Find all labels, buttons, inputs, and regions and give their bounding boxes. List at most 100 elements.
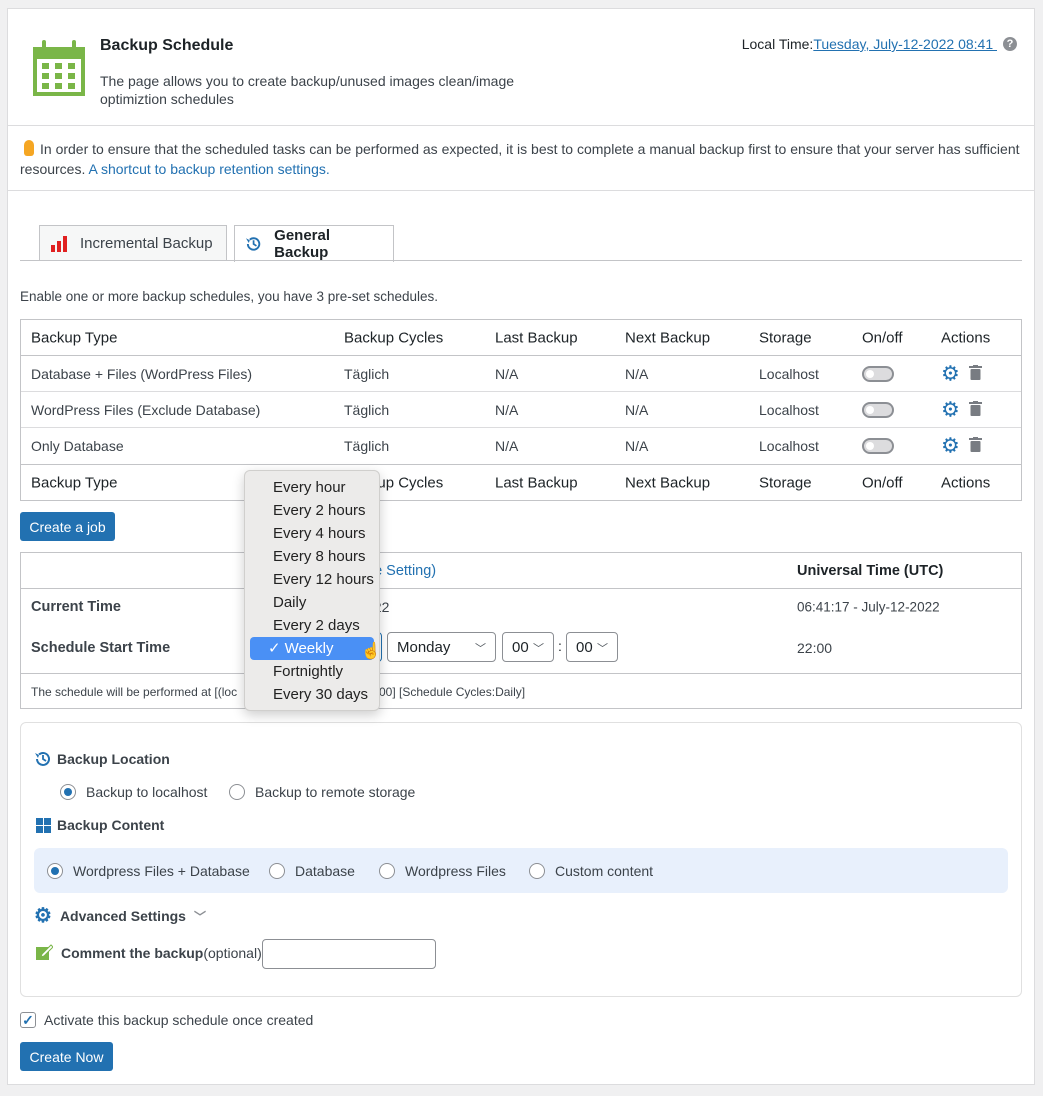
comment-label: Comment the backup: [61, 944, 204, 961]
col-footer: On/off: [862, 474, 903, 491]
radio-files-database[interactable]: Wordpress Files + Database: [47, 863, 250, 879]
time-table: ne Setting) Universal Time (UTC) Current…: [20, 552, 1022, 709]
history-icon: [35, 751, 50, 766]
day-value: Monday: [397, 638, 451, 656]
col-header: Last Backup: [495, 329, 578, 346]
cell-last: N/A: [495, 365, 519, 382]
col-header: Backup Type: [31, 329, 118, 346]
col-header: On/off: [862, 329, 903, 346]
radio-icon[interactable]: [269, 863, 285, 879]
radio-icon[interactable]: [47, 863, 63, 879]
dropdown-option[interactable]: Every 4 hours: [250, 522, 374, 545]
radio-backup-remote[interactable]: Backup to remote storage: [229, 784, 415, 800]
table-row: Database + Files (WordPress Files) Täglic…: [21, 356, 1021, 392]
dropdown-option[interactable]: ✓ Weekly: [250, 637, 374, 660]
trash-icon[interactable]: [969, 400, 982, 419]
gear-icon[interactable]: ⚙: [941, 397, 960, 422]
option-label: Every 30 days: [273, 686, 369, 703]
dropdown-option[interactable]: Every hour: [250, 476, 374, 499]
option-label: Every 2 hours: [273, 502, 366, 519]
schedule-note-end: 00] [Schedule Cycles:Daily]: [379, 684, 526, 699]
bar-chart-icon: [51, 235, 67, 252]
create-job-button[interactable]: Create a job: [20, 512, 115, 541]
schedule-note: The schedule will be performed at [(loc: [31, 684, 238, 699]
gear-icon[interactable]: ⚙: [941, 361, 960, 386]
calendar-icon: [33, 40, 85, 96]
lightbulb-icon: [24, 140, 34, 156]
radio-label: Wordpress Files: [405, 863, 506, 879]
cell-next: N/A: [625, 438, 649, 454]
col-footer: Storage: [759, 474, 812, 491]
activate-label: Activate this backup schedule once creat…: [44, 1012, 314, 1028]
col-footer: Next Backup: [625, 474, 711, 491]
advanced-settings-title: Advanced Settings: [59, 908, 186, 924]
local-time-link[interactable]: Tuesday, July-12-2022 08:41: [813, 36, 997, 52]
radio-custom-content[interactable]: Custom content: [529, 863, 653, 879]
on-off-toggle[interactable]: [862, 401, 894, 418]
backup-location-title: Backup Location: [57, 751, 170, 767]
minute-select[interactable]: 00 ﹀: [566, 632, 618, 662]
retention-settings-link[interactable]: A shortcut to backup retention settings.: [88, 161, 329, 177]
col-header: Backup Cycles: [344, 329, 444, 346]
col-footer: Last Backup: [495, 474, 578, 491]
col-header: Next Backup: [625, 329, 711, 346]
on-off-toggle[interactable]: [862, 438, 894, 454]
local-time-label: Local Time:: [741, 36, 814, 52]
intro-text: Enable one or more backup schedules, you…: [20, 289, 439, 304]
activate-checkbox[interactable]: ✓: [20, 1012, 36, 1028]
cell-next: N/A: [625, 365, 649, 382]
minute-value: 00: [576, 638, 593, 656]
col-header: Actions: [941, 329, 991, 346]
radio-label: Backup to localhost: [86, 784, 208, 800]
radio-icon[interactable]: [379, 863, 395, 879]
current-utc-time: 06:41:17 - July-12-2022: [797, 599, 940, 615]
col-footer: Actions: [941, 474, 991, 491]
comment-optional: (optional):: [203, 944, 266, 961]
page-description: The page allows you to create backup/unu…: [100, 73, 515, 89]
dropdown-option[interactable]: Daily: [250, 591, 374, 614]
on-off-toggle[interactable]: [862, 365, 894, 382]
current-time-label: Current Time: [31, 599, 121, 615]
cell-storage: Localhost: [759, 365, 819, 382]
dropdown-option[interactable]: Fortnightly: [250, 660, 374, 683]
radio-database[interactable]: Database: [269, 863, 355, 879]
cell-cycle: Täglich: [344, 438, 390, 454]
chevron-down-icon: ﹀: [193, 909, 206, 924]
radio-backup-localhost[interactable]: Backup to localhost: [60, 784, 207, 800]
table-row: Only Database Täglich N/A N/A Localhost ⚙: [21, 428, 1021, 464]
option-label: Every 12 hours: [273, 571, 374, 588]
cell-storage: Localhost: [759, 438, 819, 454]
page-description-2: optimiztion schedules: [100, 91, 234, 107]
radio-icon[interactable]: [60, 784, 76, 800]
dropdown-option[interactable]: Every 30 days: [250, 683, 374, 706]
page-title: Backup Schedule: [100, 37, 234, 54]
chevron-down-icon: ﹀: [533, 643, 544, 655]
radio-icon[interactable]: [529, 863, 545, 879]
hour-select[interactable]: 00 ﹀: [502, 632, 554, 662]
option-label: Every 4 hours: [273, 525, 366, 542]
grid-icon: [36, 817, 51, 833]
option-label: Every hour: [273, 479, 346, 496]
help-icon[interactable]: ?: [1003, 37, 1017, 51]
radio-icon[interactable]: [229, 784, 245, 800]
trash-icon[interactable]: [969, 364, 982, 383]
day-select[interactable]: Monday ﹀: [387, 632, 496, 662]
advanced-settings-toggle[interactable]: ⚙ Advanced Settings ﹀: [34, 906, 206, 926]
create-now-button[interactable]: Create Now: [20, 1042, 113, 1071]
cell-type: WordPress Files (Exclude Database): [31, 401, 261, 418]
hand-cursor-icon: ☝: [361, 643, 381, 660]
tab-incremental-backup[interactable]: Incremental Backup: [39, 225, 227, 261]
schedule-start-label: Schedule Start Time: [31, 640, 171, 656]
dropdown-option[interactable]: Every 2 days: [250, 614, 374, 637]
trash-icon[interactable]: [969, 437, 982, 455]
tab-general-backup[interactable]: General Backup: [234, 225, 394, 262]
dropdown-option[interactable]: Every 12 hours: [250, 568, 374, 591]
radio-wordpress-files[interactable]: Wordpress Files: [379, 863, 506, 879]
comment-input[interactable]: [262, 939, 436, 969]
dropdown-option[interactable]: Every 8 hours: [250, 545, 374, 568]
col-footer: Backup Type: [31, 474, 118, 491]
cell-last: N/A: [495, 438, 519, 454]
cell-next: N/A: [625, 401, 649, 418]
gear-icon[interactable]: ⚙: [941, 434, 960, 459]
dropdown-option[interactable]: Every 2 hours: [250, 499, 374, 522]
